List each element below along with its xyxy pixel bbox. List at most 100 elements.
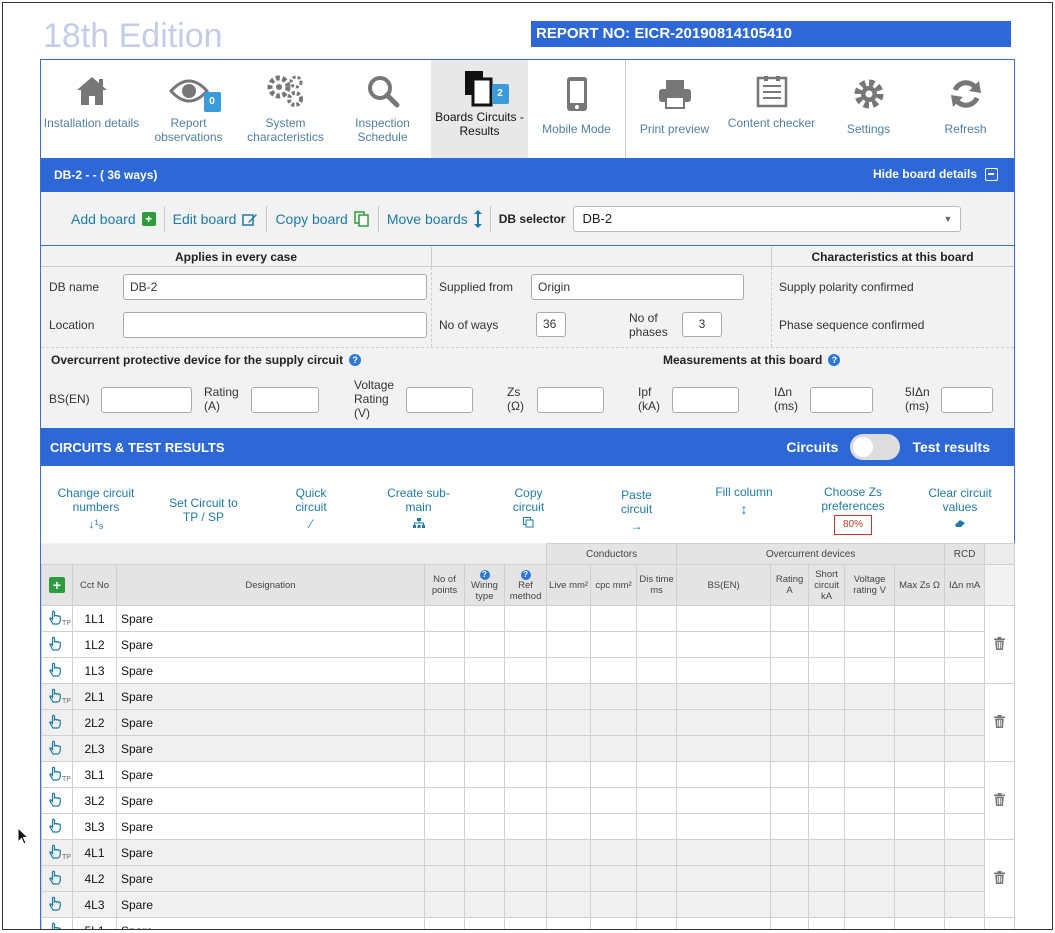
value-cell[interactable] (546, 631, 592, 658)
value-cell[interactable] (503, 709, 548, 736)
value-cell[interactable] (770, 605, 810, 632)
value-cell[interactable] (464, 761, 505, 788)
value-cell[interactable] (546, 813, 592, 840)
hide-board-details-button[interactable]: Hide board details (873, 167, 998, 181)
cct-number-cell[interactable]: 5L1 (72, 917, 117, 929)
value-cell[interactable] (770, 787, 810, 814)
boards-circuits-results-button[interactable]: 2 Boards Circuits - Results (431, 60, 528, 158)
designation-cell[interactable]: Spare (116, 839, 425, 866)
value-cell[interactable] (844, 813, 896, 840)
value-cell[interactable] (676, 891, 772, 918)
value-cell[interactable] (676, 657, 772, 684)
designation-cell[interactable]: Spare (116, 683, 425, 710)
select-circuit-button[interactable]: TP (41, 761, 73, 788)
value-cell[interactable] (770, 813, 810, 840)
value-cell[interactable] (546, 839, 592, 866)
value-cell[interactable] (894, 787, 946, 814)
value-cell[interactable] (808, 865, 846, 892)
select-circuit-button[interactable]: TP (41, 605, 73, 632)
value-cell[interactable] (808, 605, 846, 632)
table-row[interactable]: TP5L1Spare (41, 917, 1016, 929)
value-cell[interactable] (503, 631, 548, 658)
change-circuit-numbers-button[interactable]: Change circuit numbers ↓¹₉ (51, 486, 141, 531)
value-cell[interactable] (894, 631, 946, 658)
value-cell[interactable] (676, 709, 772, 736)
value-cell[interactable] (424, 605, 465, 632)
value-cell[interactable] (676, 683, 772, 710)
value-cell[interactable] (590, 709, 638, 736)
select-circuit-button[interactable]: TP (41, 917, 73, 929)
value-cell[interactable] (464, 891, 505, 918)
value-cell[interactable] (590, 865, 638, 892)
settings-button[interactable]: Settings (820, 60, 917, 158)
delete-circuit-group-button[interactable] (984, 917, 1016, 929)
supplied-from-input[interactable]: Origin (531, 274, 744, 300)
value-cell[interactable] (808, 683, 846, 710)
table-row[interactable]: 4L2 Spare (41, 865, 1015, 892)
value-cell[interactable] (464, 735, 505, 762)
value-cell[interactable] (770, 657, 810, 684)
value-cell[interactable] (503, 917, 548, 929)
cct-number-cell[interactable]: 4L2 (72, 865, 117, 892)
value-cell[interactable] (676, 605, 772, 632)
five-idn-input[interactable] (941, 387, 993, 413)
value-cell[interactable] (636, 917, 678, 929)
value-cell[interactable] (894, 761, 946, 788)
value-cell[interactable] (844, 839, 896, 866)
value-cell[interactable] (503, 787, 548, 814)
value-cell[interactable] (894, 683, 946, 710)
value-cell[interactable] (424, 683, 465, 710)
value-cell[interactable] (636, 761, 678, 788)
value-cell[interactable] (944, 657, 986, 684)
designation-cell[interactable]: Spare (116, 891, 425, 918)
value-cell[interactable] (636, 891, 678, 918)
value-cell[interactable] (944, 605, 986, 632)
db-name-input[interactable]: DB-2 (123, 274, 427, 300)
value-cell[interactable] (503, 761, 548, 788)
select-circuit-button[interactable] (41, 631, 73, 658)
value-cell[interactable] (636, 657, 678, 684)
zs-input[interactable] (537, 387, 604, 413)
value-cell[interactable] (464, 683, 505, 710)
value-cell[interactable] (424, 735, 465, 762)
value-cell[interactable] (636, 865, 678, 892)
value-cell[interactable] (808, 891, 846, 918)
location-input[interactable] (123, 312, 427, 338)
value-cell[interactable] (770, 761, 810, 788)
value-cell[interactable] (894, 891, 946, 918)
table-row[interactable]: 3L3 Spare (41, 813, 1015, 840)
value-cell[interactable] (424, 839, 465, 866)
value-cell[interactable] (464, 865, 505, 892)
designation-cell[interactable]: Spare (116, 761, 425, 788)
value-cell[interactable] (590, 631, 638, 658)
value-cell[interactable] (894, 917, 946, 929)
no-of-phases-input[interactable]: 3 (682, 312, 722, 337)
move-boards-button[interactable]: Move boards (379, 207, 490, 231)
value-cell[interactable] (636, 735, 678, 762)
value-cell[interactable] (636, 631, 678, 658)
value-cell[interactable] (676, 761, 772, 788)
value-cell[interactable] (770, 683, 810, 710)
value-cell[interactable] (590, 813, 638, 840)
value-cell[interactable] (590, 891, 638, 918)
value-cell[interactable] (424, 709, 465, 736)
value-cell[interactable] (770, 891, 810, 918)
value-cell[interactable] (464, 605, 505, 632)
cct-number-cell[interactable]: 2L3 (72, 735, 117, 762)
value-cell[interactable] (464, 787, 505, 814)
value-cell[interactable] (546, 917, 592, 929)
value-cell[interactable] (636, 605, 678, 632)
value-cell[interactable] (844, 683, 896, 710)
value-cell[interactable] (770, 709, 810, 736)
value-cell[interactable] (808, 761, 846, 788)
value-cell[interactable] (944, 735, 986, 762)
value-cell[interactable] (676, 839, 772, 866)
value-cell[interactable] (546, 891, 592, 918)
report-observations-button[interactable]: 0 Report observations (140, 60, 237, 158)
edit-board-button[interactable]: Edit board (165, 207, 267, 231)
refresh-button[interactable]: Refresh (917, 60, 1014, 158)
table-row[interactable]: TP 3L1 Spare (41, 761, 1016, 840)
value-cell[interactable] (424, 631, 465, 658)
help-icon[interactable]: ? (520, 569, 531, 580)
system-characteristics-button[interactable]: System characteristics (237, 60, 334, 158)
